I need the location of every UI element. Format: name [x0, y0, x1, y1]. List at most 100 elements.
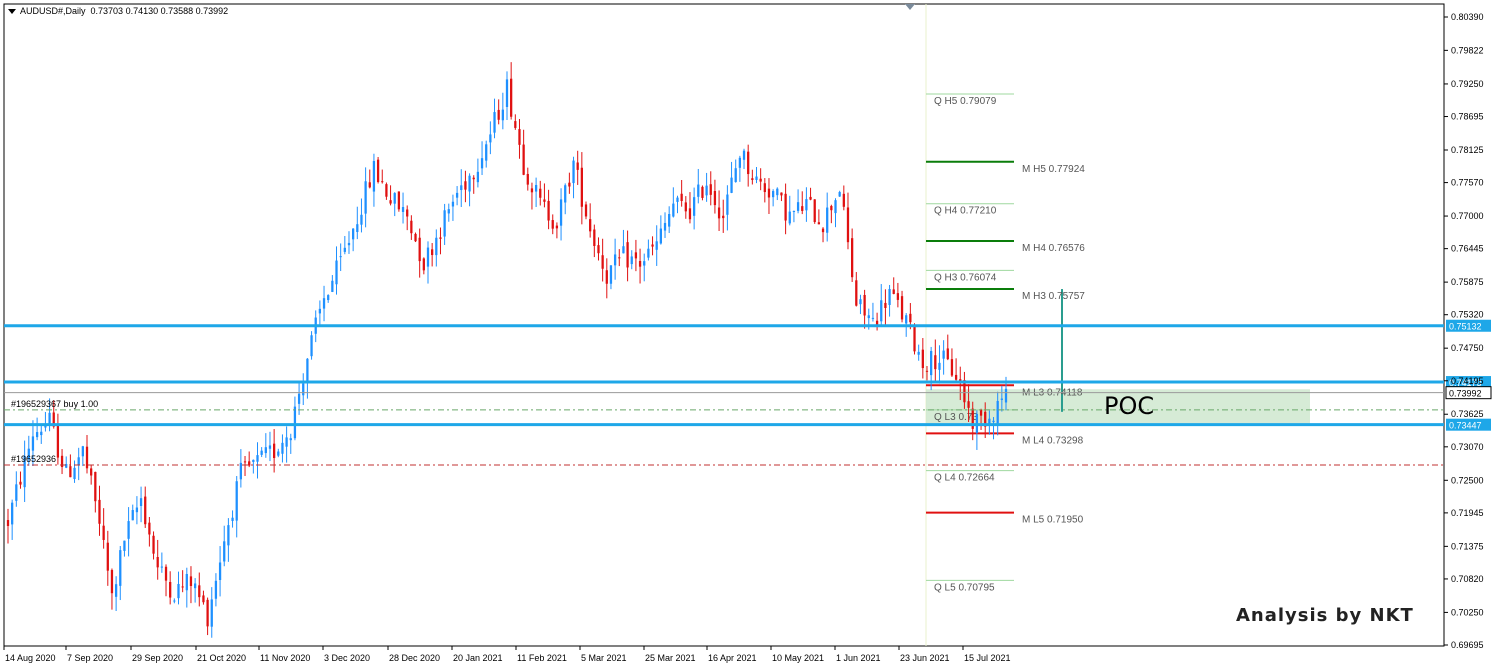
- x-tick-label: 11 Feb 2021: [517, 653, 567, 663]
- candle-bear: [722, 215, 725, 219]
- candle-bull: [239, 462, 243, 480]
- candle-bull: [393, 193, 396, 204]
- candle-bear: [892, 289, 895, 294]
- candle-bull: [1004, 388, 1008, 403]
- candle-bull: [256, 455, 259, 462]
- candle-bear: [547, 200, 550, 221]
- candle-bear: [589, 219, 592, 232]
- candle-bull: [372, 161, 376, 192]
- y-tick-label: 0.76445: [1451, 244, 1484, 254]
- candle-bear: [709, 184, 712, 195]
- candle-bear: [526, 173, 529, 185]
- candle-bull: [185, 573, 188, 591]
- candle-bull: [210, 599, 213, 627]
- candle-bull: [81, 446, 84, 457]
- candle-bear: [431, 249, 434, 256]
- candle-bull: [663, 222, 667, 231]
- candle-bear: [626, 242, 629, 268]
- candle-bear: [813, 199, 816, 223]
- candle-bull: [131, 510, 134, 521]
- candle-bull: [501, 109, 504, 121]
- candle-bear: [909, 313, 912, 323]
- y-tick-label: 0.73625: [1451, 409, 1484, 419]
- candle-bear: [85, 446, 89, 469]
- analysis-credit: Analysis by NKT: [1236, 605, 1414, 626]
- candle-bear: [551, 220, 554, 229]
- x-tick-label: 25 Mar 2021: [645, 653, 696, 663]
- candle-bull: [40, 431, 43, 436]
- candle-bear: [206, 599, 209, 627]
- candle-bear: [518, 129, 521, 145]
- candle-bear: [381, 181, 384, 183]
- candle-bull: [73, 467, 76, 480]
- candle-bear: [954, 374, 958, 380]
- y-tick-label: 0.78695: [1451, 112, 1484, 122]
- candle-bear: [830, 205, 833, 211]
- candle-bear: [418, 237, 421, 262]
- candle-bull: [235, 481, 238, 521]
- candle-bear: [946, 348, 949, 360]
- dropdown-triangle-icon[interactable]: [8, 9, 16, 15]
- candle-bull: [905, 315, 908, 324]
- y-tick-label: 0.80390: [1451, 12, 1484, 22]
- candle-bull: [493, 112, 496, 133]
- candle-bull: [738, 157, 742, 168]
- candle-bull: [347, 242, 351, 246]
- candle-bull: [672, 203, 675, 217]
- y-tick-label: 0.77570: [1451, 178, 1484, 188]
- candle-bull: [613, 254, 617, 266]
- candle-bear: [713, 190, 717, 206]
- candle-bull: [655, 241, 658, 250]
- current-price-label: 0.73992: [1449, 389, 1482, 399]
- candle-bear: [543, 199, 546, 202]
- candle-bull: [771, 191, 775, 198]
- candle-bear: [817, 222, 821, 225]
- candle-bull: [659, 228, 662, 244]
- x-tick-label: 20 Jan 2021: [453, 653, 503, 663]
- candle-bull: [214, 580, 218, 599]
- order-label-stop: #19652936: [11, 454, 56, 464]
- candle-bear: [934, 355, 937, 370]
- candle-bull: [119, 550, 122, 586]
- candle-bear: [385, 184, 388, 197]
- candle-bull: [930, 350, 933, 376]
- candle-bear: [851, 238, 854, 278]
- candle-bull: [609, 265, 613, 284]
- y-tick-label: 0.74750: [1451, 343, 1484, 353]
- candle-bull: [306, 358, 309, 382]
- candle-bull: [480, 158, 484, 169]
- candle-bull: [15, 484, 18, 501]
- candle-bull: [697, 184, 700, 197]
- candle-bull: [534, 184, 538, 192]
- candle-bear: [780, 192, 783, 196]
- candle-bear: [855, 280, 858, 306]
- candle-bull: [318, 308, 322, 314]
- y-tick-label: 0.69695: [1451, 640, 1484, 650]
- y-tick-label: 0.78125: [1451, 145, 1484, 155]
- candle-bull: [622, 246, 625, 254]
- candle-bear: [763, 183, 766, 193]
- candle-bear: [979, 409, 983, 416]
- candle-bear: [414, 233, 417, 242]
- candle-bull: [776, 188, 779, 196]
- candle-bull: [917, 351, 920, 355]
- candle-bull: [788, 211, 791, 224]
- y-tick-label: 0.79822: [1451, 45, 1484, 55]
- candle-bull: [692, 197, 696, 216]
- candle-bear: [809, 196, 812, 200]
- y-tick-label: 0.71375: [1451, 541, 1484, 551]
- candle-bull: [135, 507, 139, 513]
- candle-bull: [859, 299, 862, 305]
- pivot-label: M L4 0.73298: [1022, 435, 1084, 446]
- candle-bull: [160, 566, 163, 568]
- candle-bull: [139, 498, 143, 507]
- candle-bull: [123, 540, 126, 551]
- poc-label: POC: [1104, 392, 1154, 420]
- order-label-buy: #196529367 buy 1.00: [11, 399, 98, 409]
- candle-bull: [676, 197, 679, 202]
- candle-bear: [638, 260, 642, 267]
- candle-bull: [364, 181, 367, 214]
- candle-bull: [730, 177, 733, 193]
- candle-bull: [559, 199, 563, 226]
- y-tick-label: 0.70250: [1451, 607, 1484, 617]
